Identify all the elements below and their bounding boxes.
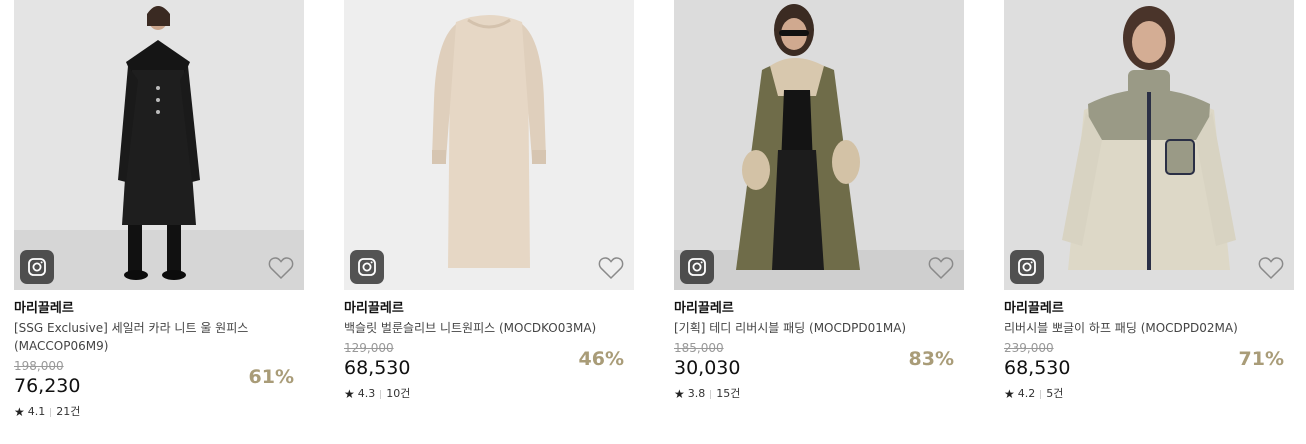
sale-price: 30,030 bbox=[674, 357, 741, 379]
product-image[interactable] bbox=[674, 0, 964, 290]
divider bbox=[710, 389, 712, 399]
instagram-icon[interactable] bbox=[1010, 250, 1044, 284]
instagram-icon[interactable] bbox=[20, 250, 54, 284]
product-image[interactable] bbox=[14, 0, 304, 290]
review-count[interactable]: 10건 bbox=[386, 386, 410, 402]
star-icon: ★ bbox=[344, 387, 355, 401]
product-photo bbox=[14, 0, 304, 290]
heart-outline-icon[interactable] bbox=[1258, 256, 1284, 280]
product-title[interactable]: 백슬릿 벌룬슬리브 니트원피스 (MOCDKO03MA) bbox=[344, 319, 634, 337]
price-row: 76,230 61% bbox=[14, 366, 304, 398]
brand-name[interactable]: 마리끌레르 bbox=[14, 300, 304, 318]
brand-name[interactable]: 마리끌레르 bbox=[344, 300, 634, 318]
star-icon: ★ bbox=[1004, 387, 1015, 401]
product-grid: 마리끌레르 [SSG Exclusive] 세일러 카라 니트 울 원피스 (M… bbox=[0, 0, 1306, 444]
product-card[interactable]: 마리끌레르 [기획] 테디 리버시블 패딩 (MOCDPD01MA) 185,0… bbox=[674, 0, 964, 402]
sale-price: 68,530 bbox=[1004, 357, 1071, 379]
star-icon: ★ bbox=[14, 405, 25, 419]
product-title[interactable]: 리버시블 뽀글이 하프 패딩 (MOCDPD02MA) bbox=[1004, 319, 1294, 337]
review-count[interactable]: 5건 bbox=[1046, 386, 1063, 402]
divider bbox=[1040, 389, 1042, 399]
review-count[interactable]: 21건 bbox=[56, 404, 80, 420]
heart-outline-icon[interactable] bbox=[598, 256, 624, 280]
product-card[interactable]: 마리끌레르 [SSG Exclusive] 세일러 카라 니트 울 원피스 (M… bbox=[14, 0, 304, 420]
rating-row: ★ 3.8 15건 bbox=[674, 386, 964, 402]
product-photo bbox=[1004, 0, 1294, 290]
price-row: 30,030 83% bbox=[674, 348, 964, 380]
rating-row: ★ 4.3 10건 bbox=[344, 386, 634, 402]
product-photo bbox=[674, 0, 964, 290]
rating-score: 4.2 bbox=[1017, 387, 1036, 400]
product-title[interactable]: [SSG Exclusive] 세일러 카라 니트 울 원피스 (MACCOP0… bbox=[14, 319, 304, 355]
product-card[interactable]: 마리끌레르 백슬릿 벌룬슬리브 니트원피스 (MOCDKO03MA) 129,0… bbox=[344, 0, 634, 402]
rating-score: 3.8 bbox=[687, 387, 706, 400]
brand-name[interactable]: 마리끌레르 bbox=[674, 300, 964, 318]
divider bbox=[380, 389, 382, 399]
product-card[interactable]: 마리끌레르 리버시블 뽀글이 하프 패딩 (MOCDPD02MA) 239,00… bbox=[1004, 0, 1294, 402]
instagram-icon[interactable] bbox=[350, 250, 384, 284]
price-row: 68,530 71% bbox=[1004, 348, 1294, 380]
sale-price: 76,230 bbox=[14, 375, 81, 397]
price-row: 68,530 46% bbox=[344, 348, 634, 380]
product-image[interactable] bbox=[344, 0, 634, 290]
product-photo bbox=[344, 0, 634, 290]
heart-outline-icon[interactable] bbox=[268, 256, 294, 280]
heart-outline-icon[interactable] bbox=[928, 256, 954, 280]
divider bbox=[50, 407, 52, 417]
discount-rate: 61% bbox=[248, 366, 294, 388]
star-icon: ★ bbox=[674, 387, 685, 401]
sale-price: 68,530 bbox=[344, 357, 411, 379]
rating-score: 4.3 bbox=[357, 387, 376, 400]
rating-row: ★ 4.1 21건 bbox=[14, 404, 304, 420]
product-title[interactable]: [기획] 테디 리버시블 패딩 (MOCDPD01MA) bbox=[674, 319, 964, 337]
rating-score: 4.1 bbox=[27, 405, 46, 418]
discount-rate: 71% bbox=[1238, 348, 1284, 370]
review-count[interactable]: 15건 bbox=[716, 386, 740, 402]
product-image[interactable] bbox=[1004, 0, 1294, 290]
rating-row: ★ 4.2 5건 bbox=[1004, 386, 1294, 402]
discount-rate: 83% bbox=[908, 348, 954, 370]
brand-name[interactable]: 마리끌레르 bbox=[1004, 300, 1294, 318]
discount-rate: 46% bbox=[578, 348, 624, 370]
instagram-icon[interactable] bbox=[680, 250, 714, 284]
